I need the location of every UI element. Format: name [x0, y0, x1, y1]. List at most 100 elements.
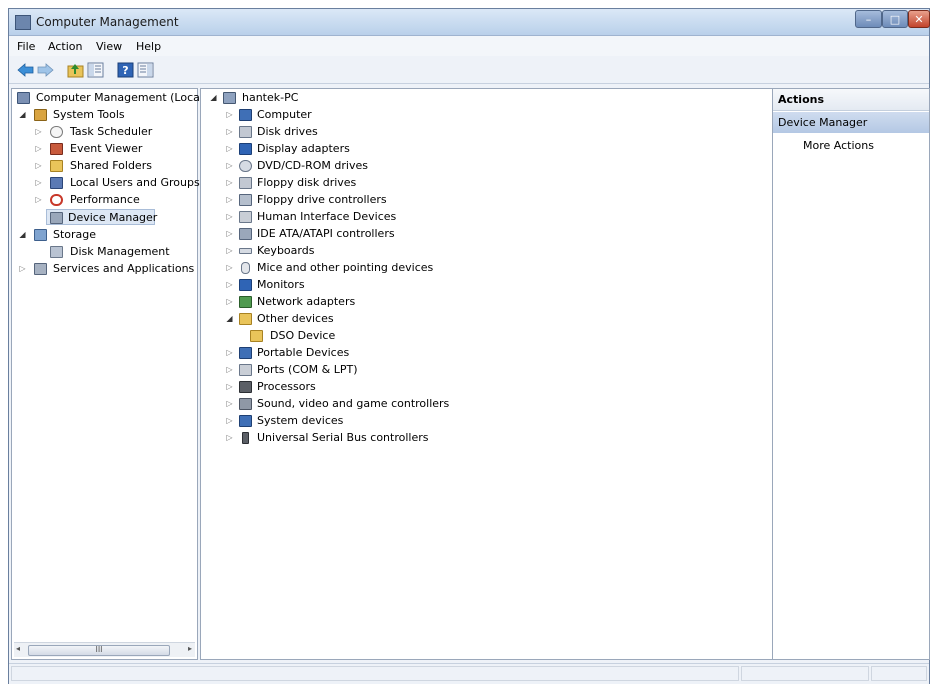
menu-view[interactable]: View — [96, 40, 122, 53]
actions-header: Actions — [773, 89, 929, 111]
collapsed-arrow-icon[interactable]: ▷ — [225, 158, 234, 174]
collapsed-arrow-icon[interactable]: ▷ — [225, 209, 234, 225]
collapsed-arrow-icon[interactable]: ▷ — [18, 261, 27, 277]
console-tree-pane: Computer Management (Local ◢ System Tool… — [11, 88, 203, 660]
unknown-device-icon — [239, 313, 252, 325]
tree-item-services-applications[interactable]: ▷ Services and Applications — [14, 261, 196, 277]
tree-item-performance[interactable]: ▷ Performance — [14, 192, 196, 208]
computer-management-icon — [15, 15, 31, 30]
menu-action[interactable]: Action — [48, 40, 82, 53]
tree-item-local-users-groups[interactable]: ▷ Local Users and Groups — [14, 175, 200, 191]
minimize-button[interactable]: – — [855, 10, 882, 28]
tree-item-disk-management[interactable]: Disk Management — [14, 244, 196, 260]
keyboard-icon — [239, 248, 252, 254]
title-bar[interactable]: Computer Management – □ ✕ — [9, 9, 930, 36]
collapsed-arrow-icon[interactable]: ▷ — [225, 294, 234, 310]
expanded-arrow-icon[interactable]: ◢ — [18, 107, 27, 123]
actions-pane: Actions Device Manager More Actions — [772, 88, 930, 660]
tree-item-storage[interactable]: ◢ Storage — [14, 227, 196, 243]
up-folder-icon[interactable] — [67, 62, 84, 78]
device-category-sound-video-game[interactable]: ▷ Sound, video and game controllers — [225, 396, 525, 412]
toolbar: ? — [9, 57, 929, 84]
status-segment — [741, 666, 869, 681]
collapsed-arrow-icon[interactable]: ▷ — [225, 260, 234, 276]
collapsed-arrow-icon[interactable]: ▷ — [225, 379, 234, 395]
tree-item-computer-management[interactable]: Computer Management (Local — [14, 90, 203, 106]
device-category-processors[interactable]: ▷ Processors — [225, 379, 525, 395]
tree-item-event-viewer[interactable]: ▷ Event Viewer — [14, 141, 196, 157]
close-button[interactable]: ✕ — [908, 10, 930, 28]
show-hide-console-tree-icon[interactable] — [87, 62, 104, 78]
device-category-computer[interactable]: ▷ Computer — [225, 107, 525, 123]
device-category-mice[interactable]: ▷ Mice and other pointing devices — [225, 260, 525, 276]
collapsed-arrow-icon[interactable]: ▷ — [225, 396, 234, 412]
back-arrow-icon[interactable] — [17, 62, 34, 78]
device-manager-icon — [50, 212, 63, 224]
menu-file[interactable]: File — [17, 40, 35, 53]
collapsed-arrow-icon[interactable]: ▷ — [225, 226, 234, 242]
device-category-floppy-controllers[interactable]: ▷ Floppy drive controllers — [225, 192, 525, 208]
device-category-hid[interactable]: ▷ Human Interface Devices — [225, 209, 525, 225]
device-tree-root[interactable]: ◢ hantek-PC — [209, 90, 409, 106]
scrollbar-thumb[interactable]: III — [28, 645, 170, 656]
network-adapter-icon — [239, 296, 252, 308]
status-segment — [11, 666, 739, 681]
device-category-disk-drives[interactable]: ▷ Disk drives — [225, 124, 525, 140]
ide-controller-icon — [239, 228, 252, 240]
event-viewer-icon — [50, 143, 63, 155]
device-category-monitors[interactable]: ▷ Monitors — [225, 277, 525, 293]
collapsed-arrow-icon[interactable]: ▷ — [225, 345, 234, 361]
menu-help[interactable]: Help — [136, 40, 161, 53]
tree-item-shared-folders[interactable]: ▷ Shared Folders — [14, 158, 196, 174]
help-icon[interactable]: ? — [117, 62, 134, 78]
device-category-ports[interactable]: ▷ Ports (COM & LPT) — [225, 362, 525, 378]
collapsed-arrow-icon[interactable]: ▷ — [225, 141, 234, 157]
device-item-dso-device[interactable]: DSO Device — [250, 328, 550, 344]
actions-section-device-manager[interactable]: Device Manager — [773, 112, 929, 133]
device-category-portable-devices[interactable]: ▷ Portable Devices — [225, 345, 525, 361]
status-bar — [9, 663, 929, 684]
collapsed-arrow-icon[interactable]: ▷ — [225, 413, 234, 429]
usb-icon — [242, 432, 249, 444]
tree-item-task-scheduler[interactable]: ▷ Task Scheduler — [14, 124, 196, 140]
computer-management-window: Computer Management – □ ✕ File Action Vi… — [8, 8, 930, 684]
collapsed-arrow-icon[interactable]: ▷ — [225, 362, 234, 378]
status-segment — [871, 666, 927, 681]
show-hide-action-pane-icon[interactable] — [137, 62, 154, 78]
expanded-arrow-icon[interactable]: ◢ — [18, 227, 27, 243]
tree-item-device-manager[interactable]: Device Manager — [46, 209, 157, 225]
expanded-arrow-icon[interactable]: ◢ — [225, 311, 234, 327]
device-category-network-adapters[interactable]: ▷ Network adapters — [225, 294, 525, 310]
device-category-floppy-disk-drives[interactable]: ▷ Floppy disk drives — [225, 175, 525, 191]
collapsed-arrow-icon[interactable]: ▷ — [225, 192, 234, 208]
device-category-keyboards[interactable]: ▷ Keyboards — [225, 243, 525, 259]
maximize-button[interactable]: □ — [882, 10, 908, 28]
device-category-other-devices[interactable]: ◢ Other devices — [225, 311, 525, 327]
expanded-arrow-icon[interactable]: ◢ — [209, 90, 218, 106]
collapsed-arrow-icon[interactable]: ▷ — [225, 430, 234, 446]
collapsed-arrow-icon[interactable]: ▷ — [225, 277, 234, 293]
more-actions-link[interactable]: More Actions — [803, 139, 874, 152]
collapsed-arrow-icon[interactable]: ▷ — [34, 175, 43, 191]
collapsed-arrow-icon[interactable]: ▷ — [34, 192, 43, 208]
services-icon — [34, 263, 47, 275]
dvd-drive-icon — [239, 160, 252, 172]
scroll-right-arrow-icon[interactable]: ▸ — [188, 644, 192, 653]
collapsed-arrow-icon[interactable]: ▷ — [225, 124, 234, 140]
collapsed-arrow-icon[interactable]: ▷ — [34, 158, 43, 174]
device-category-display-adapters[interactable]: ▷ Display adapters — [225, 141, 525, 157]
device-category-usb-controllers[interactable]: ▷ Universal Serial Bus controllers — [225, 430, 525, 446]
horizontal-scrollbar[interactable]: ◂ III ▸ — [14, 642, 195, 657]
device-category-ide-ata[interactable]: ▷ IDE ATA/ATAPI controllers — [225, 226, 525, 242]
tree-item-system-tools[interactable]: ◢ System Tools — [14, 107, 196, 123]
scroll-left-arrow-icon[interactable]: ◂ — [16, 644, 20, 653]
collapsed-arrow-icon[interactable]: ▷ — [34, 124, 43, 140]
collapsed-arrow-icon[interactable]: ▷ — [225, 107, 234, 123]
device-category-system-devices[interactable]: ▷ System devices — [225, 413, 525, 429]
device-category-dvd-cdrom[interactable]: ▷ DVD/CD-ROM drives — [225, 158, 525, 174]
window-title: Computer Management — [36, 15, 179, 29]
collapsed-arrow-icon[interactable]: ▷ — [225, 175, 234, 191]
collapsed-arrow-icon[interactable]: ▷ — [225, 243, 234, 259]
collapsed-arrow-icon[interactable]: ▷ — [34, 141, 43, 157]
forward-arrow-icon[interactable] — [37, 62, 54, 78]
